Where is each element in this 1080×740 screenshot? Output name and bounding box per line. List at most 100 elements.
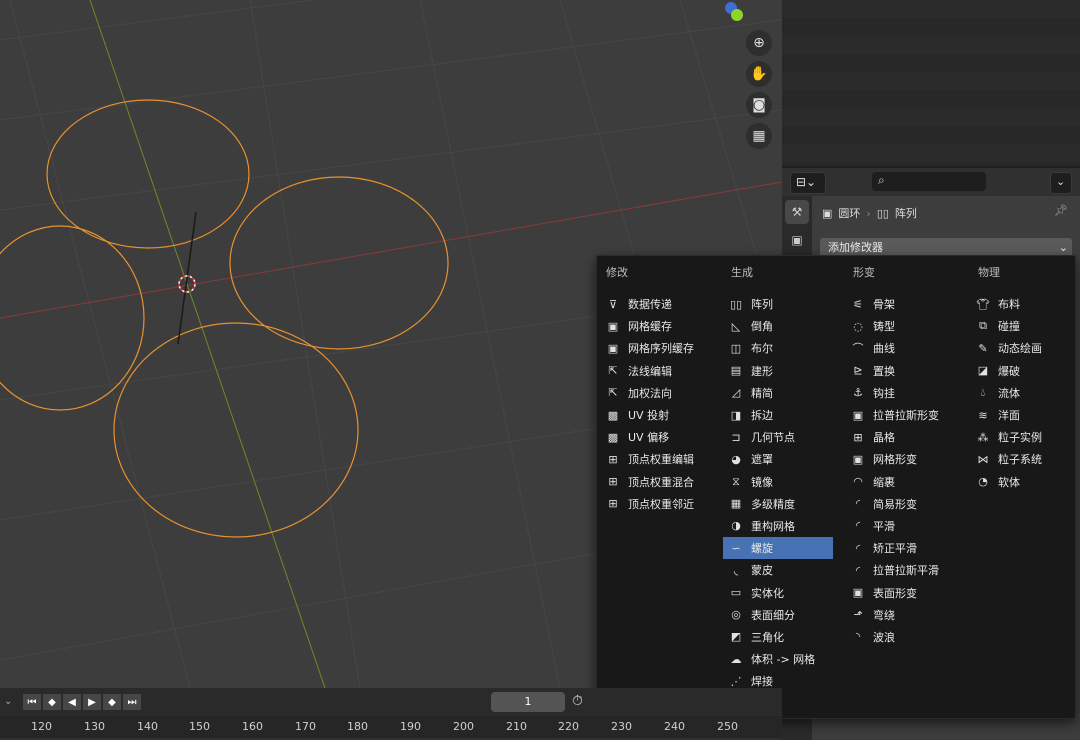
menu-item[interactable]: ⊵ 置换 bbox=[845, 360, 955, 382]
menu-item[interactable]: ⊽ 数据传递 bbox=[600, 293, 710, 315]
menu-item[interactable]: ◫ 布尔 bbox=[723, 337, 833, 359]
frame-ruler[interactable]: 120 130 140 150 160 170 180 190 200 210 … bbox=[0, 716, 782, 738]
menu-item[interactable]: ▯▯ 阵列 bbox=[723, 293, 833, 315]
jump-end-icon[interactable]: ⏭ bbox=[123, 694, 141, 710]
cloth-icon: 👕︎ bbox=[976, 297, 990, 311]
menu-item[interactable]: ◕ 遮罩 bbox=[723, 448, 833, 470]
menu-item[interactable]: ◔ 软体 bbox=[970, 471, 1080, 493]
menu-item[interactable]: ⊞ 顶点权重邻近 bbox=[600, 493, 710, 515]
menu-item[interactable]: ◑ 重构网格 bbox=[723, 515, 833, 537]
menu-item[interactable]: ⇱ 法线编辑 bbox=[600, 360, 710, 382]
menu-item[interactable]: ▣ 拉普拉斯形变 bbox=[845, 404, 955, 426]
edge-split-icon: ◨ bbox=[730, 408, 742, 422]
current-frame-field[interactable]: 1 bbox=[491, 692, 565, 712]
menu-item[interactable]: ◜ 平滑 bbox=[845, 515, 955, 537]
particle-system-icon: ⋈ bbox=[977, 452, 989, 466]
ruler-tick: 140 bbox=[137, 720, 158, 733]
y-axis-gizmo[interactable] bbox=[731, 9, 743, 21]
menu-item[interactable]: ⧉ 碰撞 bbox=[970, 315, 1080, 337]
menu-item[interactable]: ▣ 网格序列缓存 bbox=[600, 337, 710, 359]
menu-item[interactable]: ◟ 蒙皮 bbox=[723, 559, 833, 581]
play-icon[interactable]: ▶ bbox=[83, 694, 101, 710]
menu-item[interactable]: ⚟ 骨架 bbox=[845, 293, 955, 315]
prev-keyframe-icon[interactable]: ◆ bbox=[43, 694, 61, 710]
search-input[interactable] bbox=[872, 172, 986, 191]
menu-item[interactable]: ⊐ 几何节点 bbox=[723, 426, 833, 448]
torus-array-rings[interactable] bbox=[0, 99, 449, 538]
menu-item[interactable]: ▭ 实体化 bbox=[723, 581, 833, 603]
outliner-row bbox=[782, 90, 1080, 108]
next-keyframe-icon[interactable]: ◆ bbox=[103, 694, 121, 710]
decimate-icon: ◿ bbox=[731, 386, 741, 400]
menu-item[interactable]: ▣ 网格形变 bbox=[845, 448, 955, 470]
menu-item[interactable]: ⊞ 晶格 bbox=[845, 426, 955, 448]
outliner[interactable] bbox=[782, 0, 1080, 166]
timeline-controls: ⌄ ⏮ ◆ ◀ ▶ ◆ ⏭ ⏱ bbox=[0, 688, 782, 716]
menu-item[interactable]: ◠ 缩裹 bbox=[845, 471, 955, 493]
camera-icon[interactable]: ◙ bbox=[746, 92, 772, 118]
column-edit: ⊽ 数据传递 ▣ 网格缓存 ▣ 网格序列缓存 ⇱ 法线编辑 ⇱ 加权法向 ▩ UV 投射 ▩… bbox=[600, 293, 710, 515]
column-deform: ⚟ 骨架 ◌ 铸型 ⌒ 曲线 ⊵ 置换 ⚓ 钩挂 ▣ 拉普拉斯形变 ⊞ 晶格 ▣ 网格形变 ◠ 缩… bbox=[845, 293, 955, 648]
outliner-row bbox=[782, 126, 1080, 144]
jump-start-icon[interactable]: ⏮ bbox=[23, 694, 41, 710]
menu-item[interactable]: ▣ 网格缓存 bbox=[600, 315, 710, 337]
menu-item[interactable]: ◪ 爆破 bbox=[970, 360, 1080, 382]
chevron-down-icon[interactable]: ⌄ bbox=[4, 696, 12, 707]
menu-item[interactable]: ✎ 动态绘画 bbox=[970, 337, 1080, 359]
ruler-tick: 160 bbox=[242, 720, 263, 733]
menu-item[interactable]: ⋈ 粒子系统 bbox=[970, 448, 1080, 470]
pin-icon[interactable]: 📌︎ bbox=[1054, 204, 1068, 217]
menu-item[interactable]: ⌒ 曲线 bbox=[845, 337, 955, 359]
options-dropdown-button[interactable]: ⌄ bbox=[1050, 172, 1072, 194]
add-modifier-label: 添加修改器 bbox=[828, 241, 883, 254]
stopwatch-icon[interactable]: ⏱ bbox=[572, 693, 583, 709]
hand-pan-icon[interactable]: ✋ bbox=[746, 61, 772, 87]
object-icon: ▣ bbox=[822, 206, 833, 220]
menu-item[interactable]: ◨ 拆边 bbox=[723, 404, 833, 426]
corrective-smooth-icon: ◜ bbox=[855, 541, 861, 555]
menu-item[interactable]: ◎ 表面细分 bbox=[723, 604, 833, 626]
smooth-icon: ◜ bbox=[855, 519, 861, 533]
menu-item[interactable]: ▦ 多级精度 bbox=[723, 493, 833, 515]
render-tab-icon[interactable]: ▣ bbox=[785, 228, 809, 252]
laplacian-smooth-icon: ◜ bbox=[855, 563, 861, 577]
menu-item[interactable]: ▩ UV 投射 bbox=[600, 404, 710, 426]
subdivision-icon: ◎ bbox=[731, 608, 741, 622]
menu-item[interactable]: ≋ 洋面 bbox=[970, 404, 1080, 426]
menu-item[interactable]: ◜ 简易形变 bbox=[845, 493, 955, 515]
toggle-icon: ⊟⌄ bbox=[796, 175, 817, 189]
play-reverse-icon[interactable]: ◀ bbox=[63, 694, 81, 710]
ruler-tick: 150 bbox=[189, 720, 210, 733]
menu-item[interactable]: ◩ 三角化 bbox=[723, 626, 833, 648]
menu-item[interactable]: ⇱ 加权法向 bbox=[600, 382, 710, 404]
grid-perspective-icon[interactable]: ▦ bbox=[746, 123, 772, 149]
menu-item[interactable]: ◺ 倒角 bbox=[723, 315, 833, 337]
menu-item[interactable]: 👕︎ 布料 bbox=[970, 293, 1080, 315]
menu-item[interactable]: ◜ 矫正平滑 bbox=[845, 537, 955, 559]
menu-item-highlighted[interactable]: ∽ 螺旋 bbox=[723, 537, 833, 560]
menu-item[interactable]: ▣ 表面形变 bbox=[845, 581, 955, 603]
menu-item[interactable]: ◿ 精简 bbox=[723, 382, 833, 404]
vertex-weight-edit-icon: ⊞ bbox=[608, 452, 618, 466]
menu-item[interactable]: ⧖ 镜像 bbox=[723, 471, 833, 493]
menu-item[interactable]: ⚓ 钩挂 bbox=[845, 382, 955, 404]
editor-type-button[interactable]: ⊟⌄ bbox=[790, 172, 826, 194]
surface-deform-icon: ▣ bbox=[852, 586, 864, 600]
tool-tab-icon[interactable]: ⚒ bbox=[785, 200, 809, 224]
menu-item[interactable]: ◌ 铸型 bbox=[845, 315, 955, 337]
menu-item[interactable]: ▤ 建形 bbox=[723, 360, 833, 382]
menu-item[interactable]: ⬏ 弯绕 bbox=[845, 604, 955, 626]
menu-item[interactable]: ◝ 波浪 bbox=[845, 626, 955, 648]
menu-item[interactable]: ⁂ 粒子实例 bbox=[970, 426, 1080, 448]
column-title: 物理 bbox=[978, 266, 1000, 279]
menu-item[interactable]: ☁ 体积 -> 网格 bbox=[723, 648, 833, 670]
menu-item[interactable]: ▩ UV 偏移 bbox=[600, 426, 710, 448]
ruler-tick: 200 bbox=[453, 720, 474, 733]
menu-item[interactable]: ⊞ 顶点权重混合 bbox=[600, 471, 710, 493]
armature-icon: ⚟ bbox=[853, 297, 863, 311]
zoom-icon[interactable]: ⊕ bbox=[746, 30, 772, 56]
add-modifier-menu[interactable]: 修改 生成 形变 物理 ⊽ 数据传递 ▣ 网格缓存 ▣ 网格序列缓存 ⇱ 法线编辑 ⇱ 加… bbox=[596, 255, 1076, 719]
menu-item[interactable]: 💧︎ 流体 bbox=[970, 382, 1080, 404]
menu-item[interactable]: ⊞ 顶点权重编辑 bbox=[600, 448, 710, 470]
menu-item[interactable]: ◜ 拉普拉斯平滑 bbox=[845, 559, 955, 581]
